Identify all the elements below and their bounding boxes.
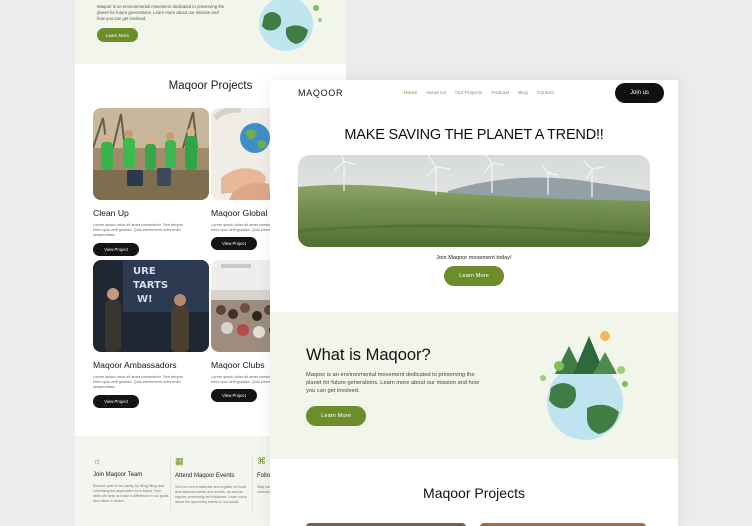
footer-title: Attend Maqoor Events: [175, 473, 235, 479]
svg-text:W!: W!: [137, 294, 153, 305]
view-project-button[interactable]: View Project: [93, 394, 139, 408]
join-us-button[interactable]: Join us: [615, 83, 664, 103]
earth-globe-icon: [259, 0, 322, 51]
view-project-button[interactable]: View Project: [211, 237, 257, 251]
main-nav: Home About Us Our Projects Podcast Blog …: [404, 91, 554, 96]
about-title: What is Maqoor?: [306, 346, 431, 364]
footer-divider: [170, 456, 171, 511]
back-hero-description: Maqoor is an environmental movement dedi…: [97, 4, 225, 21]
card-description: Lorem ipsum dolor sit amet consectetur. …: [93, 222, 184, 238]
footer-description: Become part of our family by filling fil…: [93, 483, 169, 503]
footer-description: Visit our event calendar and register fo…: [175, 484, 247, 504]
about-learn-more-button[interactable]: Learn More: [306, 406, 366, 426]
hero-learn-more-button[interactable]: Learn More: [444, 266, 504, 286]
nav-blog[interactable]: Blog: [518, 91, 528, 96]
hero-subtext: Join Maqoor movement today!: [436, 255, 512, 261]
project-card-ambassadors[interactable]: URE TARTS W! Maqoor Ambassadors Lorem ip…: [93, 260, 211, 408]
about-description: Maqoor is an environmental movement dedi…: [306, 372, 479, 394]
front-projects-title: Maqoor Projects: [423, 485, 525, 501]
svg-text:TARTS: TARTS: [133, 280, 168, 291]
clean-up-photo: [93, 108, 209, 200]
site-logo[interactable]: MAQOOR: [298, 88, 343, 98]
footer-title: Join Maqoor Team: [93, 472, 143, 478]
project-card-clean-up[interactable]: Clean Up Lorem ipsum dolor sit amet cons…: [93, 108, 211, 256]
card-title: Maqoor Ambassadors: [93, 360, 177, 370]
card-title: Clean Up: [93, 208, 129, 218]
card-description: Lorem ipsum dolor sit amet consectetur. …: [93, 374, 184, 390]
nav-home[interactable]: Home: [404, 91, 417, 96]
footer-join-team[interactable]: ☼ Join Maqoor Team Become part of our fa…: [93, 456, 169, 504]
back-learn-more-button[interactable]: Learn More: [97, 28, 138, 42]
view-project-button[interactable]: View Project: [211, 389, 257, 403]
front-page-preview: MAQOOR Home About Us Our Projects Podcas…: [270, 80, 678, 526]
ambassadors-photo: URE TARTS W!: [93, 260, 209, 352]
sun-icon: ☼: [93, 456, 102, 466]
view-project-button[interactable]: View Project: [93, 242, 139, 256]
nav-our-projects[interactable]: Our Projects: [455, 91, 482, 96]
svg-text:URE: URE: [133, 266, 156, 277]
about-section: What is Maqoor? Maqoor is an environment…: [270, 312, 678, 459]
footer-divider: [252, 456, 253, 511]
back-hero-section: Maqoor is an environmental movement dedi…: [75, 0, 346, 64]
footer-attend-events[interactable]: ▦ Attend Maqoor Events Visit our event c…: [175, 456, 251, 505]
hero-headline: MAKE SAVING THE PLANET A TREND!!: [344, 127, 604, 143]
nav-contact[interactable]: Contact: [537, 91, 554, 96]
nav-podcast[interactable]: Podcast: [491, 91, 509, 96]
hero-banner-image: [298, 155, 650, 247]
calendar-icon: ▦: [175, 456, 184, 466]
nav-about-us[interactable]: About Us: [426, 91, 446, 96]
earth-globe-icon: [540, 331, 628, 440]
